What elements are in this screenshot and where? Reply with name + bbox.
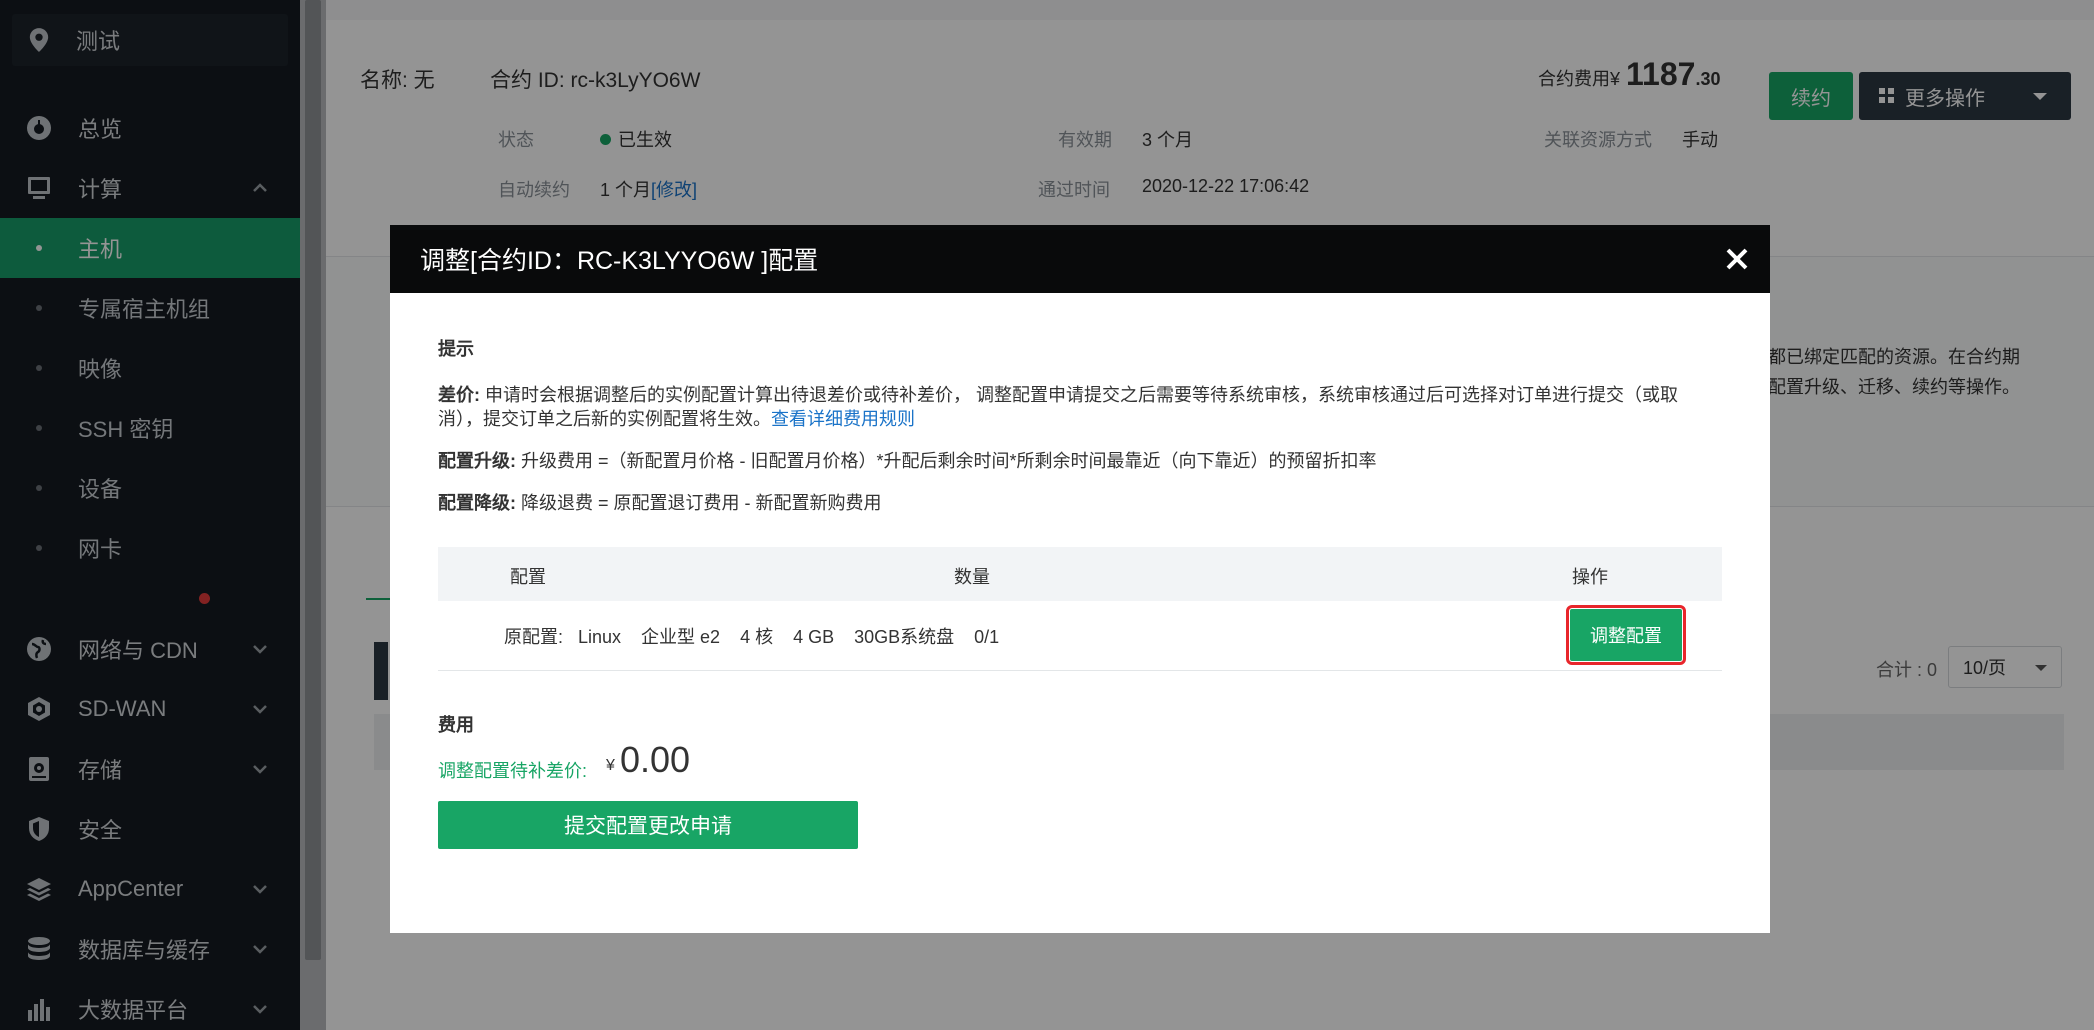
upgrade-text: 升级费用 =（新配置月价格 - 旧配置月价格）*升配后剩余时间*所剩余时间最靠近… bbox=[521, 451, 1377, 471]
upgrade-label: 配置升级: bbox=[438, 451, 516, 471]
adjust-config-modal: 调整[合约ID：RC-K3LYYO6W ]配置 提示 差价: 申请时会根据调整后… bbox=[390, 225, 1770, 933]
downgrade-text: 降级退费 = 原配置退订费用 - 新配置新购费用 bbox=[521, 493, 882, 513]
pending-diff-currency: ¥ bbox=[606, 757, 615, 774]
upgrade-line: 配置升级: 升级费用 =（新配置月价格 - 旧配置月价格）*升配后剩余时间*所剩… bbox=[438, 447, 1377, 473]
diff-text-cont: 消），提交订单之后新的实例配置将生效。 bbox=[438, 409, 771, 429]
downgrade-line: 配置降级: 降级退费 = 原配置退订费用 - 新配置新购费用 bbox=[438, 489, 882, 515]
modal-title: 调整[合约ID：RC-K3LYYO6W ]配置 bbox=[420, 247, 819, 275]
adjust-config-button[interactable]: 调整配置 bbox=[1566, 605, 1686, 665]
diff-line-2: 消），提交订单之后新的实例配置将生效。查看详细费用规则 bbox=[438, 405, 915, 431]
pending-diff-label: 调整配置待补差价: bbox=[438, 761, 588, 781]
config-table-header: 配置 数量 操作 bbox=[438, 547, 1722, 601]
column-header-quantity: 数量 bbox=[954, 567, 990, 587]
table-row: 原配置: Linux 企业型 e2 4 核 4 GB 30GB系统盘 0/1 bbox=[438, 601, 1722, 671]
tips-heading: 提示 bbox=[438, 339, 474, 359]
pending-diff-value: 0.00 bbox=[620, 739, 691, 780]
close-icon[interactable] bbox=[1724, 246, 1750, 272]
submit-config-change-button[interactable]: 提交配置更改申请 bbox=[438, 801, 858, 849]
diff-label: 差价: bbox=[438, 385, 480, 405]
modal-header: 调整[合约ID：RC-K3LYYO6W ]配置 bbox=[390, 225, 1770, 293]
column-header-action: 操作 bbox=[1572, 567, 1608, 587]
diff-text: 申请时会根据调整后的实例配置计算出待退差价或待补差价， 调整配置申请提交之后需要… bbox=[485, 385, 1679, 405]
fee-rules-link[interactable]: 查看详细费用规则 bbox=[771, 409, 915, 429]
fee-heading: 费用 bbox=[438, 715, 474, 735]
original-config-cell: 原配置: Linux 企业型 e2 4 核 4 GB 30GB系统盘 0/1 bbox=[504, 627, 1000, 647]
diff-line-1: 差价: 申请时会根据调整后的实例配置计算出待退差价或待补差价， 调整配置申请提交… bbox=[438, 381, 1678, 407]
downgrade-label: 配置降级: bbox=[438, 493, 516, 513]
column-header-config: 配置 bbox=[510, 567, 546, 587]
